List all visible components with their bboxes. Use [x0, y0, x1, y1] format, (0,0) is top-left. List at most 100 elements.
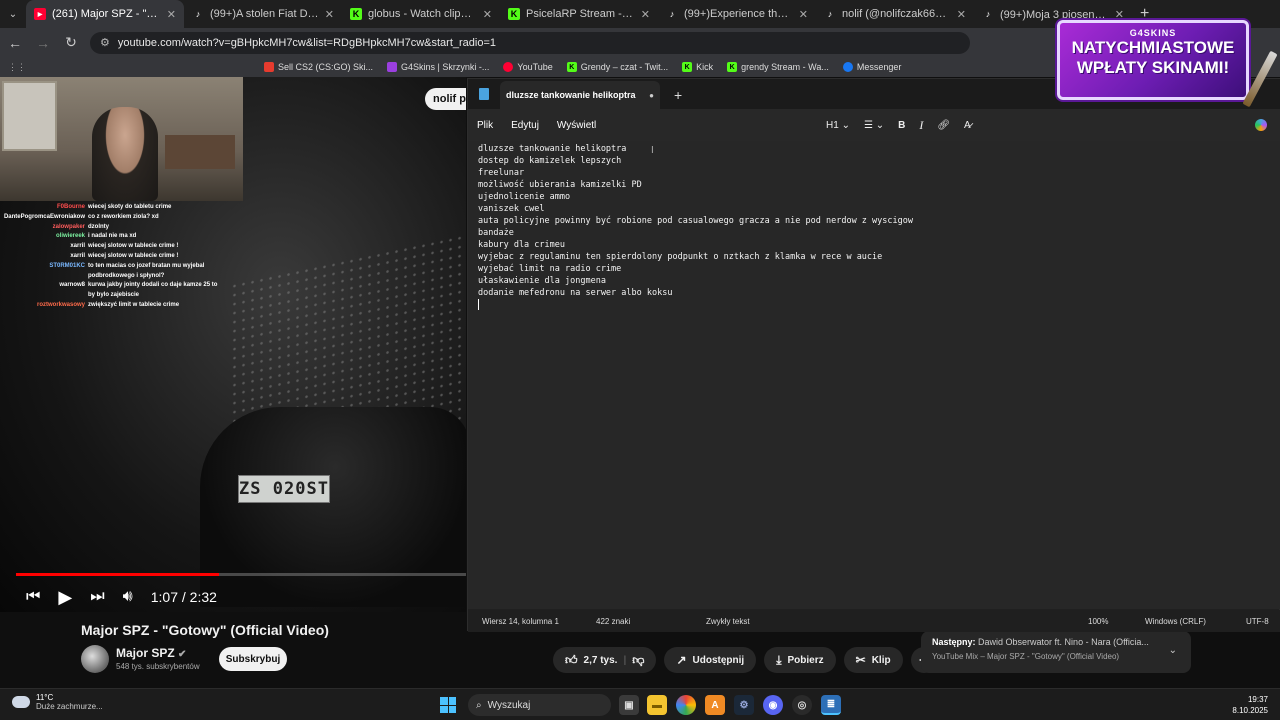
heading-dropdown[interactable]: H1 ⌄ — [826, 120, 850, 131]
text-line: wyjebac z regulaminu ten spierdolony pod… — [478, 252, 883, 262]
notepad-taskbar-icon[interactable]: ≣ — [821, 695, 841, 715]
browser-tab-title: (99+)Experience the Thrill of Sp — [684, 8, 793, 20]
close-tab-icon[interactable]: ✕ — [641, 8, 650, 21]
notepad-new-tab-button[interactable]: + — [660, 87, 682, 109]
bookmark-item[interactable]: Messenger — [842, 62, 902, 72]
link-icon[interactable]: 🔗︎ — [937, 120, 950, 131]
close-tab-icon[interactable]: ✕ — [483, 8, 492, 21]
copilot-icon[interactable] — [1255, 119, 1267, 131]
thumbs-down-icon[interactable]: 👎︎ — [632, 653, 644, 668]
subscribe-button[interactable]: Subskrybuj — [219, 647, 287, 671]
taskbar-search[interactable]: ⌕ Wyszukaj — [468, 694, 611, 716]
browser-tab[interactable]: Kglobus - Watch clips on Kick ✕ — [342, 0, 500, 28]
close-tab-icon[interactable]: ✕ — [325, 8, 334, 21]
play-icon[interactable]: ▶ — [58, 587, 72, 608]
chevron-down-icon[interactable]: ⌄ — [1169, 645, 1177, 656]
menu-file[interactable]: Plik — [468, 120, 502, 131]
steam-icon[interactable]: ⚙ — [734, 695, 754, 715]
task-view-icon[interactable]: ▣ — [619, 695, 639, 715]
like-button[interactable]: 👍︎ 2,7 tys. | 👎︎ — [553, 647, 657, 673]
browser-tab[interactable]: ♪ nolif (@nolifczak666) | TikTok ✕ — [816, 0, 974, 28]
youtube-icon — [503, 62, 514, 72]
notepad-tab[interactable]: dluzsze tankowanie helikoptra ● — [500, 81, 660, 109]
back-arrow-icon[interactable]: ← — [6, 35, 24, 51]
bookmark-label: Grendy – czat - Twit... — [580, 62, 669, 72]
share-button[interactable]: ↗ Udostępnij — [664, 647, 757, 673]
kick-icon: K — [350, 8, 362, 20]
bookmark-item[interactable]: YouTube — [503, 62, 553, 72]
address-bar[interactable]: ⚙ youtube.com/watch?v=gBHpkcMH7cw&list=R… — [90, 31, 970, 54]
promo-banner: G4SKINS NATYCHMIASTOWE WPŁATY SKINAMI! — [1057, 20, 1278, 108]
chat-message: zalowpaker dzolnty — [0, 223, 230, 233]
clear-formatting-icon[interactable]: A̷ — [964, 120, 971, 131]
clip-button[interactable]: ✂ Klip — [843, 647, 903, 673]
channel-subscribers: 548 tys. subskrybentów — [116, 662, 200, 671]
up-next-card[interactable]: Następny: Dawid Obserwator ft. Nino - Na… — [921, 631, 1191, 673]
browser-tab[interactable]: K PsicelaRP Stream - Watch Live ✕ — [500, 0, 658, 28]
video-time: 1:07 / 2:32 — [150, 589, 217, 605]
bookmark-item[interactable]: Kgrendy Stream - Wa... — [727, 62, 829, 72]
reload-icon[interactable]: ↻ — [62, 34, 80, 51]
forward-arrow-icon[interactable]: → — [34, 35, 52, 51]
search-icon: ⌕ — [476, 699, 482, 711]
menu-view[interactable]: Wyświetl — [548, 120, 605, 131]
video-overlay-chip[interactable]: nolif pr — [425, 88, 466, 110]
browser-tab[interactable]: ♪ (99+)A stolen Fiat Ducato has c ✕ — [184, 0, 342, 28]
chat-username: xarril — [70, 243, 85, 250]
url-text: youtube.com/watch?v=gBHpkcMH7cw&list=RDg… — [117, 36, 496, 49]
list-dropdown[interactable]: ☰ ⌄ — [864, 120, 884, 131]
bookmark-item[interactable]: K Kick — [682, 62, 713, 72]
notepad-text-area[interactable]: I dluzsze tankowanie helikoptra dostep do… — [468, 141, 1280, 609]
status-format[interactable]: Zwykły tekst — [706, 617, 750, 626]
status-eol[interactable]: Windows (CRLF) — [1145, 617, 1206, 626]
obs-icon[interactable]: ◎ — [792, 695, 812, 715]
video-player[interactable]: ZS 020ST nolif pr F0Bournewiecej skoty d… — [0, 77, 466, 612]
close-tab-icon[interactable]: ✕ — [799, 8, 808, 21]
unsaved-dot-icon[interactable]: ● — [649, 91, 654, 100]
chrome-icon[interactable] — [676, 695, 696, 715]
browser-tab-title: (261) Major SPZ - "Gotowy" (Of — [52, 8, 161, 20]
status-encoding[interactable]: UTF-8 — [1246, 617, 1269, 626]
bookmark-label: Messenger — [856, 62, 902, 72]
app-a-icon[interactable]: A — [705, 695, 725, 715]
bold-icon[interactable]: B — [898, 120, 905, 131]
weather-widget[interactable]: 11°C Duże zachmurze... — [12, 693, 103, 711]
file-explorer-icon[interactable]: ▬ — [647, 695, 667, 715]
windows-start-icon[interactable] — [440, 697, 456, 713]
notepad-menu-bar: Plik Edytuj Wyświetl H1 ⌄ ☰ ⌄ B I 🔗︎ A̷ — [468, 109, 1280, 141]
site-info-icon[interactable]: ⚙ — [100, 36, 110, 49]
browser-tab[interactable]: ♪ (99+)Experience the Thrill of Sp ✕ — [658, 0, 816, 28]
tab-search-icon[interactable]: ⌄ — [0, 0, 26, 28]
chat-username: xarril — [70, 252, 85, 259]
close-tab-icon[interactable]: ✕ — [1115, 8, 1124, 21]
bookmark-item[interactable]: G4Skins | Skrzynki -... — [387, 62, 489, 72]
text-cursor-icon: I — [651, 145, 654, 156]
chat-username: DantePogromcaEwroniakow — [3, 213, 85, 220]
volume-icon[interactable]: 🔊︎ — [123, 588, 133, 606]
close-tab-icon[interactable]: ✕ — [167, 8, 176, 21]
channel-avatar[interactable] — [81, 645, 109, 673]
video-progress-bar[interactable] — [16, 573, 466, 576]
bookmark-item[interactable]: Sell CS2 (CS:GO) Ski... — [264, 62, 373, 72]
discord-icon[interactable]: ◉ — [763, 695, 783, 715]
webcam-door — [2, 81, 57, 151]
italic-icon[interactable]: I — [919, 118, 923, 133]
tiktok-icon: ♪ — [195, 9, 201, 19]
browser-tab-title: (99+)A stolen Fiat Ducato has c — [210, 8, 319, 20]
system-clock[interactable]: 19:37 8.10.2025 — [1232, 694, 1268, 716]
clip-label: Klip — [871, 654, 891, 666]
weather-desc: Duże zachmurze... — [36, 702, 103, 711]
channel-name[interactable]: Major SPZ ✔ — [116, 646, 186, 660]
browser-tab[interactable]: ▶ (261) Major SPZ - "Gotowy" (Of ✕ — [26, 0, 184, 28]
close-tab-icon[interactable]: ✕ — [957, 8, 966, 21]
chat-message: warnow8 kurwa jakby jointy dodali co daje… — [0, 281, 230, 291]
thumbs-up-icon: 👍︎ — [565, 652, 578, 667]
previous-icon[interactable]: ⏮ — [26, 588, 40, 606]
download-button[interactable]: ⤓ Pobierz — [764, 647, 836, 673]
bookmark-item[interactable]: K Grendy – czat - Twit... — [566, 62, 669, 72]
next-icon[interactable]: ⏭ — [90, 588, 104, 606]
apps-icon[interactable]: ⋮⋮ — [8, 62, 26, 73]
menu-edit[interactable]: Edytuj — [502, 120, 548, 131]
status-zoom[interactable]: 100% — [1088, 617, 1108, 626]
bookmark-label: Sell CS2 (CS:GO) Ski... — [278, 62, 374, 72]
